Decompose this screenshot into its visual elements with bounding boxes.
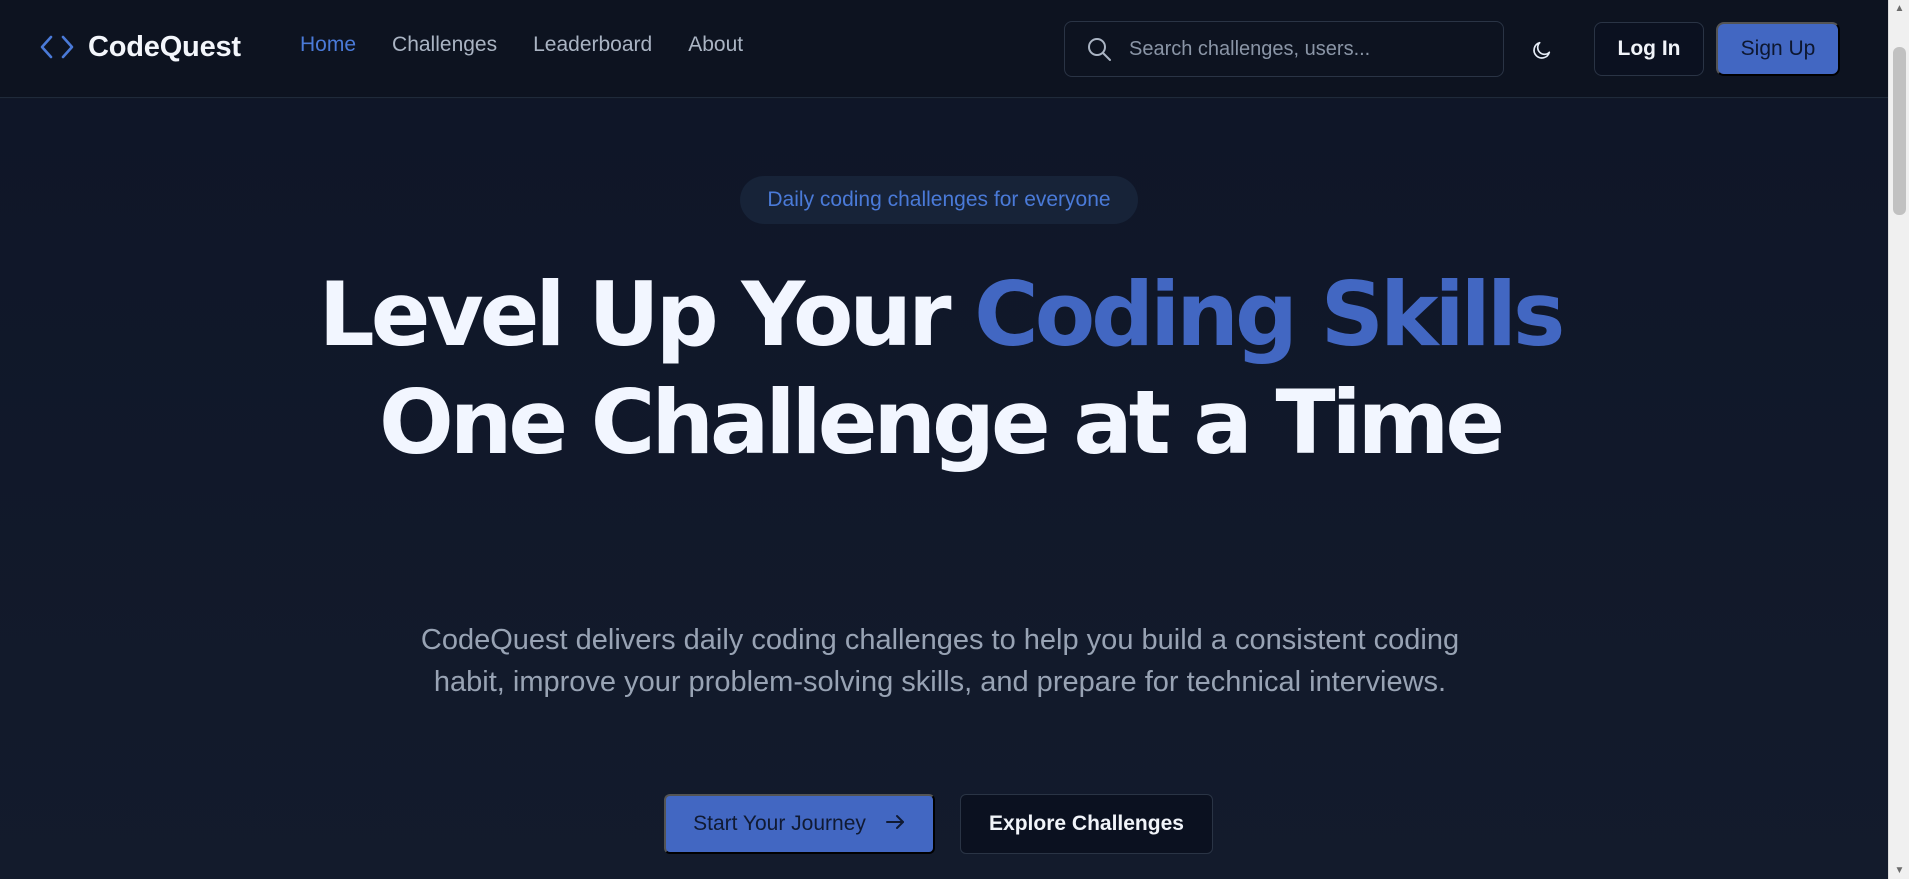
search-input[interactable] xyxy=(1127,36,1487,62)
top-navbar: CodeQuest Home Challenges Leaderboard Ab… xyxy=(0,0,1888,98)
brand-name: CodeQuest xyxy=(88,30,241,63)
hero-section: Daily coding challenges for everyone Lev… xyxy=(0,99,1888,879)
page: CodeQuest Home Challenges Leaderboard Ab… xyxy=(0,0,1909,879)
scroll-down-arrow-icon[interactable]: ▼ xyxy=(1889,862,1909,879)
hero-description: CodeQuest delivers daily coding challeng… xyxy=(420,624,1460,698)
hero-badge: Daily coding challenges for everyone xyxy=(740,176,1138,224)
headline-part2: One Challenge at a Time xyxy=(378,371,1505,474)
vertical-scrollbar[interactable]: ▲ ▼ xyxy=(1888,0,1909,879)
login-button[interactable]: Log In xyxy=(1594,22,1704,76)
arrow-right-icon xyxy=(885,812,906,836)
start-journey-button[interactable]: Start Your Journey xyxy=(664,794,935,854)
search-box xyxy=(1064,21,1504,77)
start-journey-label: Start Your Journey xyxy=(693,812,866,835)
nav-link-challenges[interactable]: Challenges xyxy=(392,33,497,57)
brand-logo[interactable]: CodeQuest xyxy=(40,30,241,64)
nav-link-leaderboard[interactable]: Leaderboard xyxy=(533,33,652,57)
headline-part1: Level Up Your xyxy=(318,263,975,366)
hero-headline: Level Up Your Coding Skills One Challeng… xyxy=(300,261,1580,477)
scroll-up-arrow-icon[interactable]: ▲ xyxy=(1889,0,1909,17)
headline-accent: Coding Skills xyxy=(974,263,1565,366)
code-brackets-icon xyxy=(40,30,74,64)
signup-button[interactable]: Sign Up xyxy=(1716,22,1840,76)
explore-challenges-button[interactable]: Explore Challenges xyxy=(960,794,1213,854)
scroll-thumb[interactable] xyxy=(1893,47,1906,215)
nav-link-about[interactable]: About xyxy=(688,33,743,57)
nav-link-home[interactable]: Home xyxy=(300,33,356,57)
moon-icon[interactable] xyxy=(1526,34,1558,66)
search-icon xyxy=(1085,35,1113,63)
main-nav: Home Challenges Leaderboard About xyxy=(300,33,743,57)
